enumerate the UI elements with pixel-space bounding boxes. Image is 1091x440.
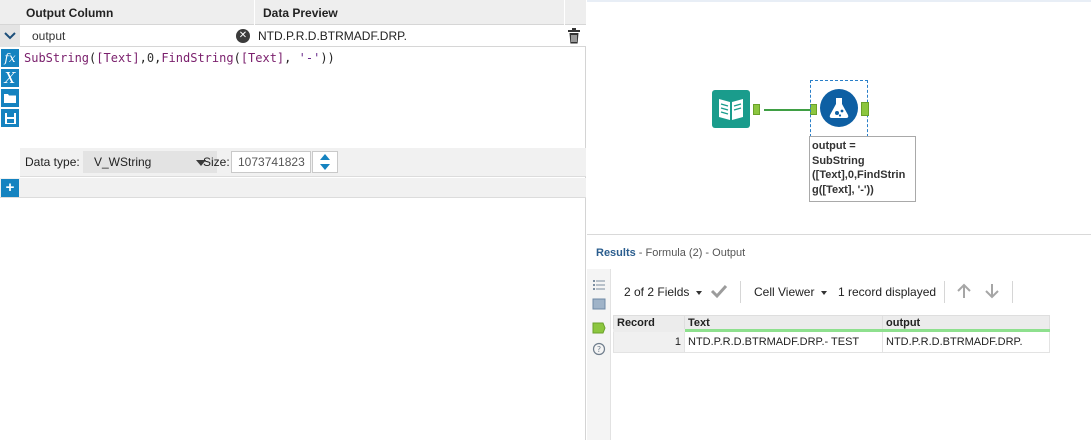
- fields-dropdown[interactable]: 2 of 2 Fields: [624, 285, 689, 299]
- variable-icon[interactable]: X: [1, 69, 19, 87]
- connection-line[interactable]: [764, 109, 810, 111]
- list-icon[interactable]: [592, 278, 606, 292]
- folder-icon[interactable]: [1, 89, 19, 107]
- results-window: Results - Formula (2) - Output ? 2 of 2 …: [587, 234, 1091, 440]
- spin-up-icon[interactable]: [320, 154, 330, 160]
- formula-output-anchor[interactable]: [861, 102, 869, 116]
- toolbar-separator: [944, 281, 945, 303]
- column-header-record[interactable]: Record: [613, 315, 685, 332]
- input-data-tool-icon[interactable]: [712, 90, 750, 128]
- arrow-up-icon[interactable]: [956, 282, 972, 303]
- size-stepper[interactable]: [312, 151, 338, 173]
- formula-tool-icon[interactable]: [820, 89, 858, 127]
- data-type-row: Data type: V_WString Size: 1073741823: [20, 148, 586, 177]
- data-type-value: V_WString: [94, 155, 152, 169]
- size-input[interactable]: 1073741823: [231, 151, 311, 173]
- results-label: Results: [596, 247, 636, 259]
- code-token: ,: [284, 51, 299, 65]
- code-token: SubString: [24, 51, 90, 65]
- header-divider: [564, 0, 565, 25]
- records-displayed: 1 record displayed: [838, 285, 937, 299]
- caret-down-icon[interactable]: [821, 291, 827, 295]
- grid-header-row: Record Text output: [613, 315, 1050, 332]
- code-token: '-': [298, 51, 321, 65]
- code-token: [Text]: [240, 51, 285, 65]
- data-icon[interactable]: [592, 321, 606, 335]
- code-token: FindString: [161, 51, 234, 65]
- cell-viewer-dropdown[interactable]: Cell Viewer: [754, 285, 814, 299]
- output-column-header: Output Column: [26, 6, 114, 20]
- data-type-label: Data type:: [25, 155, 80, 169]
- message-icon[interactable]: [592, 297, 606, 311]
- record-number: 1: [613, 330, 685, 353]
- results-title: Results - Formula (2) - Output: [596, 247, 745, 259]
- results-subtitle: - Formula (2) - Output: [635, 247, 746, 259]
- fx-icon[interactable]: fx: [1, 49, 19, 67]
- toolbar-separator: [1012, 281, 1013, 303]
- spin-down-icon[interactable]: [320, 164, 330, 170]
- code-token: (: [233, 51, 241, 65]
- code-token: [Text]: [96, 51, 140, 65]
- code-token: )): [320, 51, 335, 65]
- results-toolbar: 2 of 2 Fields Cell Viewer 1 record displ…: [612, 271, 1091, 313]
- arrow-down-icon[interactable]: [984, 282, 1000, 303]
- cell-text[interactable]: NTD.P.R.D.BTRMADF.DRP.- TEST: [684, 330, 883, 353]
- expression-toolstrip: fx X: [0, 48, 20, 130]
- results-sidebar: ?: [587, 269, 611, 440]
- expression-editor[interactable]: SubString([Text],0,FindString([Text], '-…: [24, 51, 335, 65]
- expression-grid-header: Output Column Data Preview: [0, 0, 586, 25]
- data-preview-header: Data Preview: [263, 6, 338, 20]
- save-icon[interactable]: [1, 109, 19, 127]
- formula-config-panel: Output Column Data Preview ✕ NTD.P.R.D.B…: [0, 0, 586, 440]
- clear-icon[interactable]: ✕: [236, 29, 250, 43]
- output-anchor[interactable]: [753, 104, 760, 115]
- chevron-down-icon[interactable]: [0, 25, 20, 47]
- results-grid: Record Text output 1 NTD.P.R.D.BTRMADF.D…: [613, 315, 1050, 353]
- table-row[interactable]: 1 NTD.P.R.D.BTRMADF.DRP.- TEST NTD.P.R.D…: [613, 330, 1050, 353]
- column-header-output[interactable]: output: [882, 315, 1050, 332]
- toolbar-separator: [740, 281, 741, 303]
- help-icon[interactable]: ?: [592, 342, 606, 356]
- header-divider: [254, 0, 255, 25]
- data-preview-value: NTD.P.R.D.BTRMADF.DRP.: [258, 29, 407, 43]
- check-icon[interactable]: [710, 283, 728, 302]
- svg-text:?: ?: [597, 345, 601, 354]
- code-token: ,: [139, 51, 147, 65]
- expression-row[interactable]: ✕ NTD.P.R.D.BTRMADF.DRP.: [0, 25, 586, 47]
- cell-output[interactable]: NTD.P.R.D.BTRMADF.DRP.: [882, 330, 1050, 353]
- code-token: 0: [146, 51, 155, 65]
- trash-icon[interactable]: [567, 28, 581, 44]
- output-column-input[interactable]: [24, 27, 254, 45]
- column-header-text[interactable]: Text: [684, 315, 883, 332]
- size-label: Size:: [203, 155, 230, 169]
- add-expression-row: +: [0, 178, 586, 198]
- tool-annotation: output = SubString ([Text],0,FindStrin g…: [809, 136, 916, 202]
- data-type-select[interactable]: V_WString: [83, 151, 217, 173]
- caret-down-icon[interactable]: [696, 291, 702, 295]
- add-icon[interactable]: +: [1, 179, 19, 197]
